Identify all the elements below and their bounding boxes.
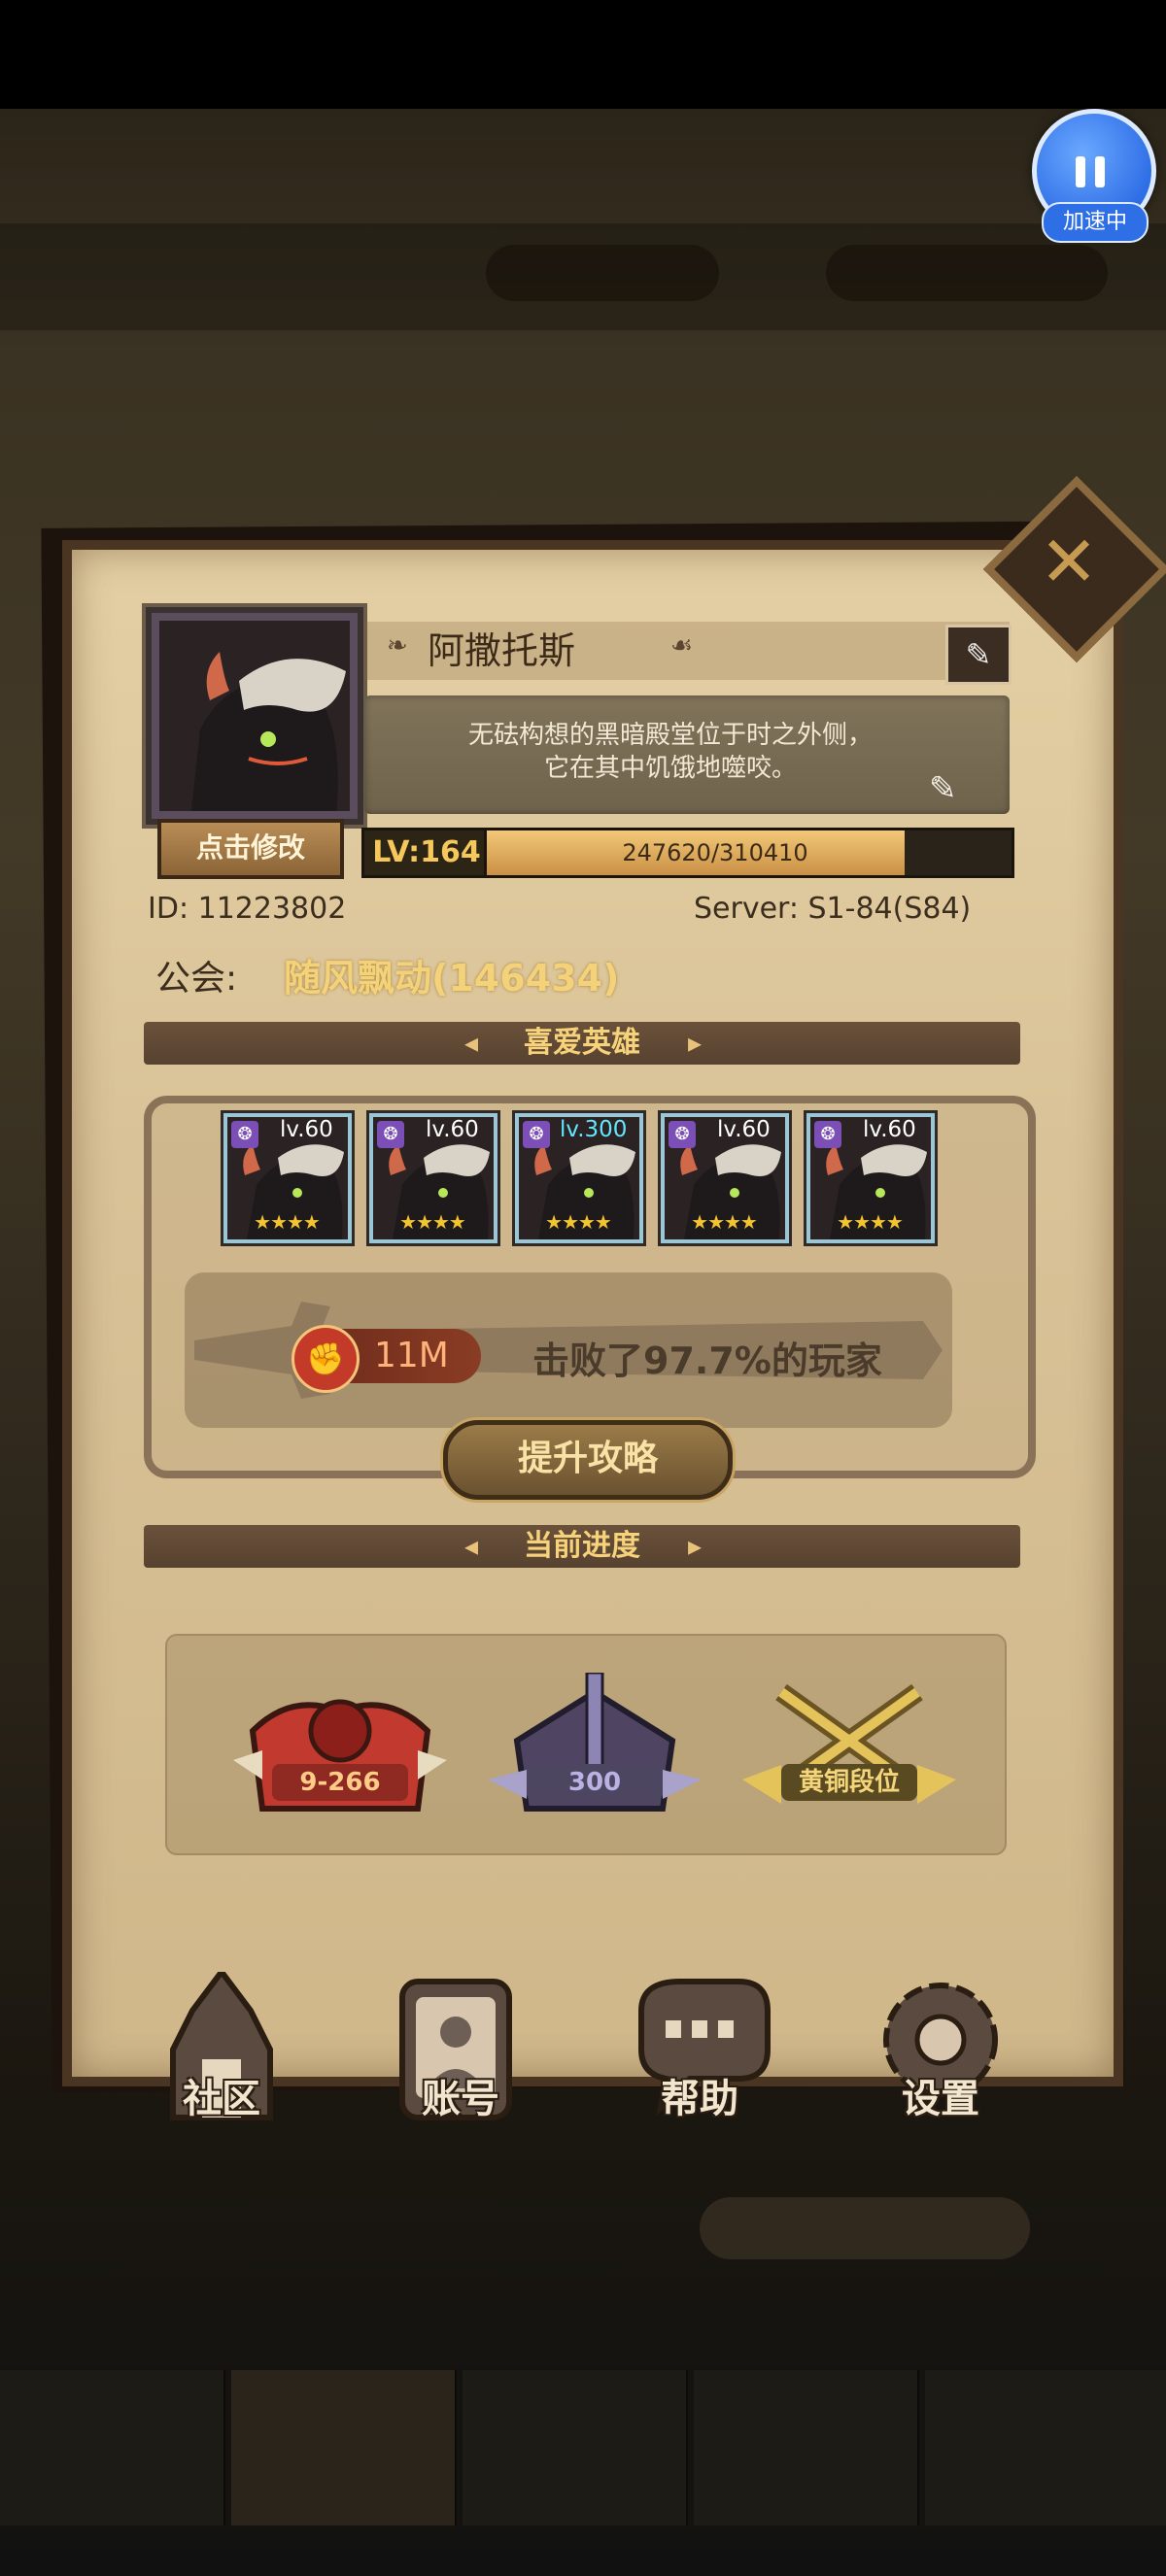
hero-level: lv.60 [863,1117,916,1142]
hero-stars: ★★★★ [837,1210,904,1234]
server-info: Server: S1-84(S84) [694,892,972,926]
favorite-hero-card[interactable]: ❂ lv.300 ★★★★ [515,1113,643,1243]
hero-faction-icon: ❂ [669,1121,696,1148]
background-tab [0,2370,225,2525]
name-ornament-right-icon: ☙ [670,631,694,661]
background-tab [925,2370,1166,2525]
background-tab [231,2370,457,2525]
status-bar [0,0,1166,109]
pencil-icon: ✎ [965,636,992,673]
hero-faction-icon: ❂ [231,1121,258,1148]
settings-label: 设置 [902,2077,979,2121]
fist-icon: ✊ [292,1325,360,1393]
header-ornament-icon: ▸ [687,1027,703,1059]
speed-up-label: 加速中 [1042,202,1149,243]
community-label: 社区 [183,2077,260,2121]
motto-line: 无砝构想的黑暗殿堂位于时之外侧， [467,721,873,750]
player-avatar[interactable] [146,607,363,825]
favorite-hero-card[interactable]: ❂ lv.60 ★★★★ [661,1113,789,1243]
edit-name-button[interactable]: ✎ [945,625,1012,685]
edit-avatar-button[interactable]: 点击修改 [157,819,344,879]
favorite-hero-card[interactable]: ❂ lv.60 ★★★★ [223,1113,352,1243]
hero-level: lv.300 [560,1117,628,1142]
pause-icon [1076,156,1085,187]
background-gem-resource [826,245,1108,301]
guild-name[interactable]: 随风飘动(146434) [284,948,619,1001]
hero-level: lv.60 [426,1117,479,1142]
xp-bar: 247620/310410 [484,828,1014,878]
hero-level: lv.60 [717,1117,771,1142]
background-button [700,2197,1030,2259]
hero-level: lv.60 [280,1117,333,1142]
arena-rank-label: 黄铜段位 [781,1764,917,1801]
edit-motto-icon[interactable]: ✎ [929,769,968,808]
motto-line: 它在其中饥饿地噬咬。 [543,754,797,783]
current-progress-title: 当前进度 [524,1529,640,1563]
hero-faction-icon: ❂ [814,1121,841,1148]
hero-faction-icon: ❂ [523,1121,550,1148]
hero-stars: ★★★★ [399,1210,466,1234]
background-tab [463,2370,688,2525]
pause-icon [1095,156,1105,187]
name-ornament-left-icon: ❧ [387,631,408,661]
motto-text: 无砝构想的黑暗殿堂位于时之外侧， 它在其中饥饿地噬咬。 [379,719,962,785]
defeat-percentage-text: 击败了97.7%的玩家 [532,1339,882,1382]
header-ornament-icon: ▸ [687,1530,703,1562]
close-icon[interactable]: ✕ [1011,503,1127,620]
player-id: ID: 11223802 [148,892,346,926]
background-gold-resource [486,245,719,301]
hero-stars: ★★★★ [254,1210,321,1234]
improve-strategy-button[interactable]: 提升攻略 [443,1420,733,1500]
hero-stars: ★★★★ [691,1210,758,1234]
xp-text: 247620/310410 [622,839,808,866]
favorite-hero-card[interactable]: ❂ lv.60 ★★★★ [806,1113,935,1243]
background-tab [694,2370,919,2525]
favorite-hero-card[interactable]: ❂ lv.60 ★★★★ [369,1113,497,1243]
guild-label: 公会: [155,959,238,999]
player-id-value: 11223802 [197,892,347,926]
tower-floor-label: 300 [527,1764,663,1801]
hero-stars: ★★★★ [545,1210,612,1234]
avatar-portrait-icon [152,613,358,819]
help-label: 帮助 [661,2077,738,2121]
account-label: 账号 [422,2077,499,2121]
hero-faction-icon: ❂ [377,1121,404,1148]
campaign-stage-label: 9-266 [272,1764,408,1801]
level-badge: LV:164 [361,828,492,878]
favorite-heroes-title: 喜爱英雄 [524,1026,640,1060]
player-id-label: ID: [148,892,189,926]
player-name: 阿撒托斯 [428,629,576,672]
